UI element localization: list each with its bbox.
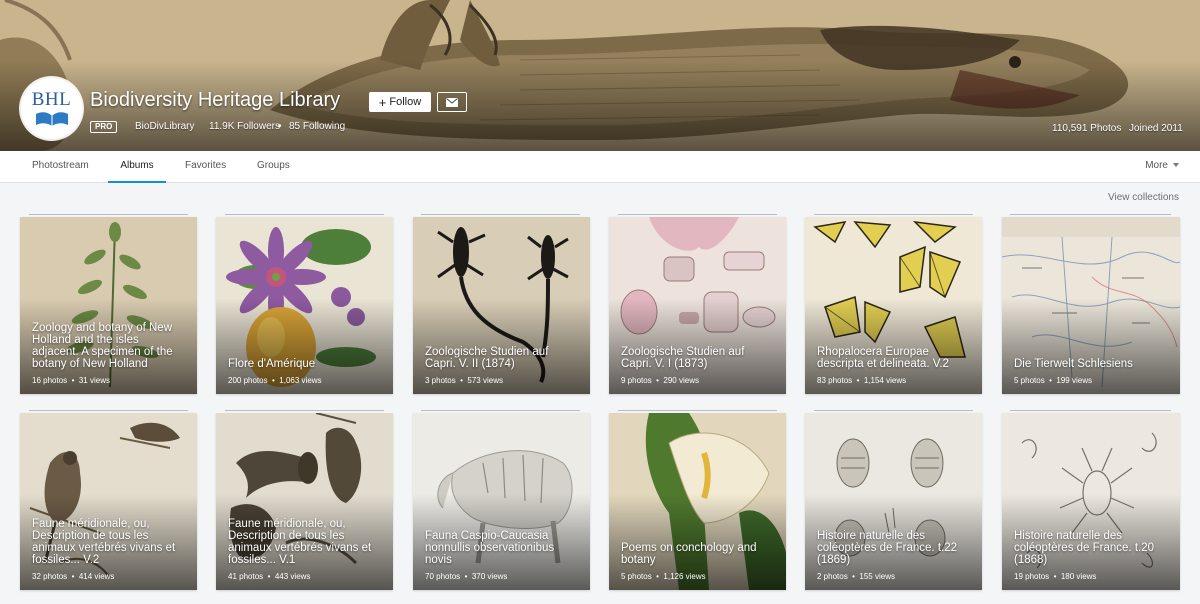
followers-link[interactable]: 11.9K Followers (209, 121, 280, 132)
open-book-icon (36, 112, 68, 126)
photo-count: 110,591 Photos (1052, 123, 1122, 134)
album-title: Die Tierwelt Schlesiens (1014, 358, 1133, 370)
album-card[interactable]: Poems on conchology and botany 5 photos … (609, 413, 786, 590)
album-card[interactable]: Faune méridionale, ou, Description de to… (216, 413, 393, 590)
album-title: Histoire naturelle des coléoptères de Fr… (817, 530, 957, 566)
view-collections-link[interactable]: View collections (1108, 192, 1179, 203)
follow-button[interactable]: + Follow (369, 92, 431, 112)
album-card[interactable]: Zoology and botany of New Holland and th… (20, 217, 197, 394)
album-card[interactable]: Flore d'Amérique 200 photos • 1,063 view… (216, 217, 393, 394)
album-title: Fauna Caspio-Caucasia nonnullis observat… (425, 530, 555, 566)
follow-label: Follow (389, 96, 422, 108)
album-card[interactable]: Rhopalocera Europae descripta et delinea… (805, 217, 982, 394)
plus-icon: + (378, 94, 387, 110)
logo-text: BHL (31, 89, 72, 110)
album-card[interactable]: Die Tierwelt Schlesiens 5 photos • 199 v… (1002, 217, 1180, 394)
tab-groups[interactable]: Groups (257, 151, 290, 183)
album-counts: 19 photos • 180 views (1014, 572, 1097, 581)
album-card[interactable]: Zoologische Studien auf Capri. V. II (18… (413, 217, 590, 394)
album-card[interactable]: Histoire naturelle des coléoptères de Fr… (805, 413, 982, 590)
profile-nav: Photostream Albums Favorites Groups More (0, 151, 1200, 183)
chevron-down-icon (1173, 163, 1179, 168)
album-counts: 5 photos • 1,126 views (621, 572, 706, 581)
album-card[interactable]: Histoire naturelle des coléoptères de Fr… (1002, 413, 1180, 590)
tab-favorites[interactable]: Favorites (185, 151, 226, 183)
profile-name: Biodiversity Heritage Library (90, 89, 341, 111)
album-title: Zoology and botany of New Holland and th… (32, 322, 173, 370)
album-title: Zoologische Studien auf Capri. V. I (187… (621, 346, 745, 370)
album-counts: 2 photos • 155 views (817, 572, 895, 581)
album-title: Poems on conchology and botany (621, 542, 757, 566)
album-counts: 200 photos • 1,063 views (228, 376, 322, 385)
album-counts: 41 photos • 443 views (228, 572, 311, 581)
album-title: Flore d'Amérique (228, 358, 316, 370)
tab-albums[interactable]: Albums (108, 151, 166, 183)
album-counts: 3 photos • 573 views (425, 376, 503, 385)
album-title: Faune méridionale, ou, Description de to… (228, 518, 372, 566)
pro-badge: PRO (90, 121, 118, 133)
following-link[interactable]: 85 Following (289, 121, 345, 132)
album-title: Rhopalocera Europae descripta et delinea… (817, 346, 949, 370)
mail-button[interactable] (437, 92, 467, 112)
username: BioDivLibrary (135, 121, 195, 132)
album-counts: 70 photos • 370 views (425, 572, 508, 581)
tab-photostream[interactable]: Photostream (32, 151, 89, 183)
joined-date: Joined 2011 (1129, 123, 1183, 134)
album-counts: 32 photos • 414 views (32, 572, 115, 581)
album-title: Faune méridionale, ou, Description de to… (32, 518, 176, 566)
album-counts: 83 photos • 1,154 views (817, 376, 907, 385)
album-counts: 16 photos • 31 views (32, 376, 110, 385)
mail-icon (446, 97, 458, 107)
separator-dot: • (278, 121, 282, 132)
album-counts: 5 photos • 199 views (1014, 376, 1092, 385)
album-title: Zoologische Studien auf Capri. V. II (18… (425, 346, 549, 370)
album-card[interactable]: Zoologische Studien auf Capri. V. I (187… (609, 217, 786, 394)
album-title: Histoire naturelle des coléoptères de Fr… (1014, 530, 1154, 566)
album-card[interactable]: Fauna Caspio-Caucasia nonnullis observat… (413, 413, 590, 590)
more-menu[interactable]: More (1145, 151, 1179, 183)
album-counts: 9 photos • 290 views (621, 376, 699, 385)
album-card[interactable]: Faune méridionale, ou, Description de to… (20, 413, 197, 590)
more-label: More (1145, 160, 1168, 171)
profile-avatar[interactable]: BHL (21, 78, 82, 139)
